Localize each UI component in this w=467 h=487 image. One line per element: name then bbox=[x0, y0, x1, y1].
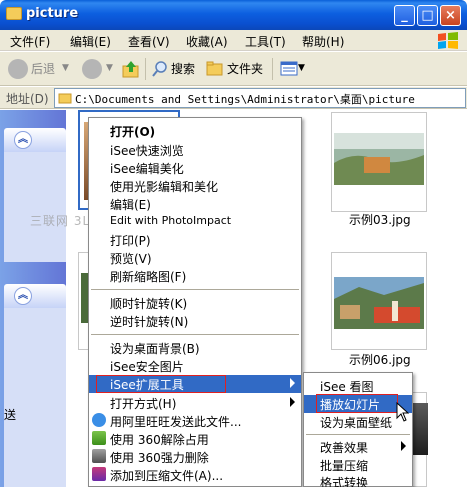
menu-item-edit[interactable]: 编辑(E) bbox=[89, 195, 301, 213]
up-folder-icon[interactable] bbox=[121, 59, 141, 79]
menu-item-360-force-delete[interactable]: 使用 360强力删除 bbox=[89, 448, 301, 466]
annotation-box bbox=[96, 375, 226, 393]
toolbar: 后退 ▼ ▼ 搜索 文件夹 ▼ bbox=[0, 52, 467, 86]
menu-item-isee-edit[interactable]: iSee编辑美化 bbox=[89, 159, 301, 177]
minimize-button[interactable]: _ bbox=[394, 5, 415, 26]
360-delete-icon bbox=[92, 449, 106, 463]
isee-tools-submenu: iSee 看图 播放幻灯片 设为桌面壁纸 改善效果 批量压缩 格式转换 bbox=[303, 372, 413, 487]
menu-separator bbox=[306, 434, 410, 435]
menu-tools[interactable]: 工具(T) bbox=[245, 33, 286, 50]
menu-item-preview[interactable]: 预览(V) bbox=[89, 249, 301, 267]
menu-item-isee-safe-image[interactable]: iSee安全图片 bbox=[89, 357, 301, 375]
address-input[interactable]: C:\Documents and Settings\Administrator\… bbox=[54, 88, 466, 108]
menu-item-add-to-archive[interactable]: 添加到压缩文件(A)... bbox=[89, 466, 301, 484]
forward-arrow-icon[interactable] bbox=[82, 59, 102, 79]
menu-help[interactable]: 帮助(H) bbox=[302, 33, 344, 50]
thumbnail-image bbox=[334, 277, 424, 329]
submenu-item-isee-viewer[interactable]: iSee 看图 bbox=[304, 377, 412, 395]
folders-icon[interactable] bbox=[205, 60, 225, 78]
menu-view[interactable]: 查看(V) bbox=[128, 33, 170, 50]
task-section-header-2[interactable]: ︽ bbox=[4, 284, 66, 308]
views-icon[interactable] bbox=[280, 60, 300, 78]
collapse-chevron-icon[interactable]: ︽ bbox=[14, 131, 32, 149]
task-section-2: 送 bbox=[4, 308, 66, 487]
menu-item-print[interactable]: 打印(P) bbox=[89, 231, 301, 249]
thumbnail-image bbox=[334, 133, 424, 185]
back-dropdown-icon[interactable]: ▼ bbox=[62, 63, 69, 73]
menu-item-rotate-cw[interactable]: 顺时针旋转(K) bbox=[89, 294, 301, 312]
folder-icon bbox=[58, 93, 72, 104]
maximize-button[interactable]: □ bbox=[417, 5, 438, 26]
windows-logo-icon bbox=[438, 32, 458, 49]
submenu-item-format-convert[interactable]: 格式转换 bbox=[304, 473, 412, 487]
submenu-arrow-icon bbox=[290, 397, 295, 407]
views-dropdown-icon[interactable]: ▼ bbox=[298, 63, 305, 73]
menu-item-set-wallpaper[interactable]: 设为桌面背景(B) bbox=[89, 339, 301, 357]
search-icon[interactable] bbox=[151, 60, 169, 78]
submenu-item-batch-compress[interactable]: 批量压缩 bbox=[304, 456, 412, 474]
address-label: 地址(D) bbox=[6, 92, 49, 106]
menu-item-open-with[interactable]: 打开方式(H) bbox=[89, 394, 301, 412]
menu-separator bbox=[91, 334, 299, 335]
thumbnail-item[interactable] bbox=[331, 252, 427, 350]
folders-button[interactable]: 文件夹 bbox=[227, 60, 263, 77]
menu-item-360-unlock[interactable]: 使用 360解除占用 bbox=[89, 430, 301, 448]
annotation-box bbox=[316, 394, 398, 413]
close-button[interactable]: × bbox=[440, 5, 461, 26]
menu-edit[interactable]: 编辑(E) bbox=[70, 33, 111, 50]
aliwangwang-icon bbox=[92, 413, 106, 427]
menu-separator bbox=[91, 289, 299, 290]
back-button[interactable]: 后退 bbox=[31, 60, 55, 77]
submenu-arrow-icon bbox=[290, 378, 295, 388]
title-bar: picture _ □ × bbox=[0, 0, 467, 30]
menu-item-aliwangwang-send[interactable]: 用阿里旺旺发送此文件... bbox=[89, 412, 301, 430]
collapse-chevron-icon[interactable]: ︽ bbox=[14, 287, 32, 305]
menu-item-refresh-thumbnail[interactable]: 刷新缩略图(F) bbox=[89, 267, 301, 285]
context-menu: 打开(O) iSee快速浏览 iSee编辑美化 使用光影编辑和美化 编辑(E) … bbox=[88, 117, 302, 487]
window-title: picture bbox=[26, 6, 79, 21]
menu-item-rotate-ccw[interactable]: 逆时针旋转(N) bbox=[89, 312, 301, 330]
menu-file[interactable]: 文件(F) bbox=[10, 33, 50, 50]
back-arrow-icon[interactable] bbox=[8, 59, 28, 79]
menu-favorites[interactable]: 收藏(A) bbox=[186, 33, 228, 50]
address-bar: 地址(D) C:\Documents and Settings\Administ… bbox=[0, 87, 467, 109]
search-button[interactable]: 搜索 bbox=[171, 60, 195, 77]
submenu-arrow-icon bbox=[401, 441, 406, 451]
address-path: C:\Documents and Settings\Administrator\… bbox=[75, 93, 415, 106]
task-pane-text: 送 bbox=[4, 408, 17, 422]
mouse-cursor-icon bbox=[396, 402, 410, 422]
thumbnail-label[interactable]: 示例03.jpg bbox=[349, 211, 411, 228]
thumbnail-label[interactable]: 示例06.jpg bbox=[349, 351, 411, 368]
menu-item-guangying-edit[interactable]: 使用光影编辑和美化 bbox=[89, 177, 301, 195]
thumbnail-item[interactable] bbox=[331, 112, 427, 212]
forward-dropdown-icon[interactable]: ▼ bbox=[106, 63, 113, 73]
menu-bar: 文件(F) 编辑(E) 查看(V) 收藏(A) 工具(T) 帮助(H) bbox=[0, 30, 467, 51]
menu-item-isee-quick-view[interactable]: iSee快速浏览 bbox=[89, 141, 301, 159]
winrar-icon bbox=[92, 467, 106, 481]
submenu-item-improve-effect[interactable]: 改善效果 bbox=[304, 438, 412, 456]
task-section-1 bbox=[4, 152, 66, 262]
folder-icon bbox=[6, 7, 22, 20]
menu-item-open[interactable]: 打开(O) bbox=[89, 122, 301, 140]
menu-item-edit-photoimpact[interactable]: Edit with PhotoImpact bbox=[89, 213, 301, 231]
task-section-header-1[interactable]: ︽ bbox=[4, 128, 66, 152]
360-unlock-icon bbox=[92, 431, 106, 445]
task-pane: ︽ ︽ 送 bbox=[0, 110, 66, 487]
